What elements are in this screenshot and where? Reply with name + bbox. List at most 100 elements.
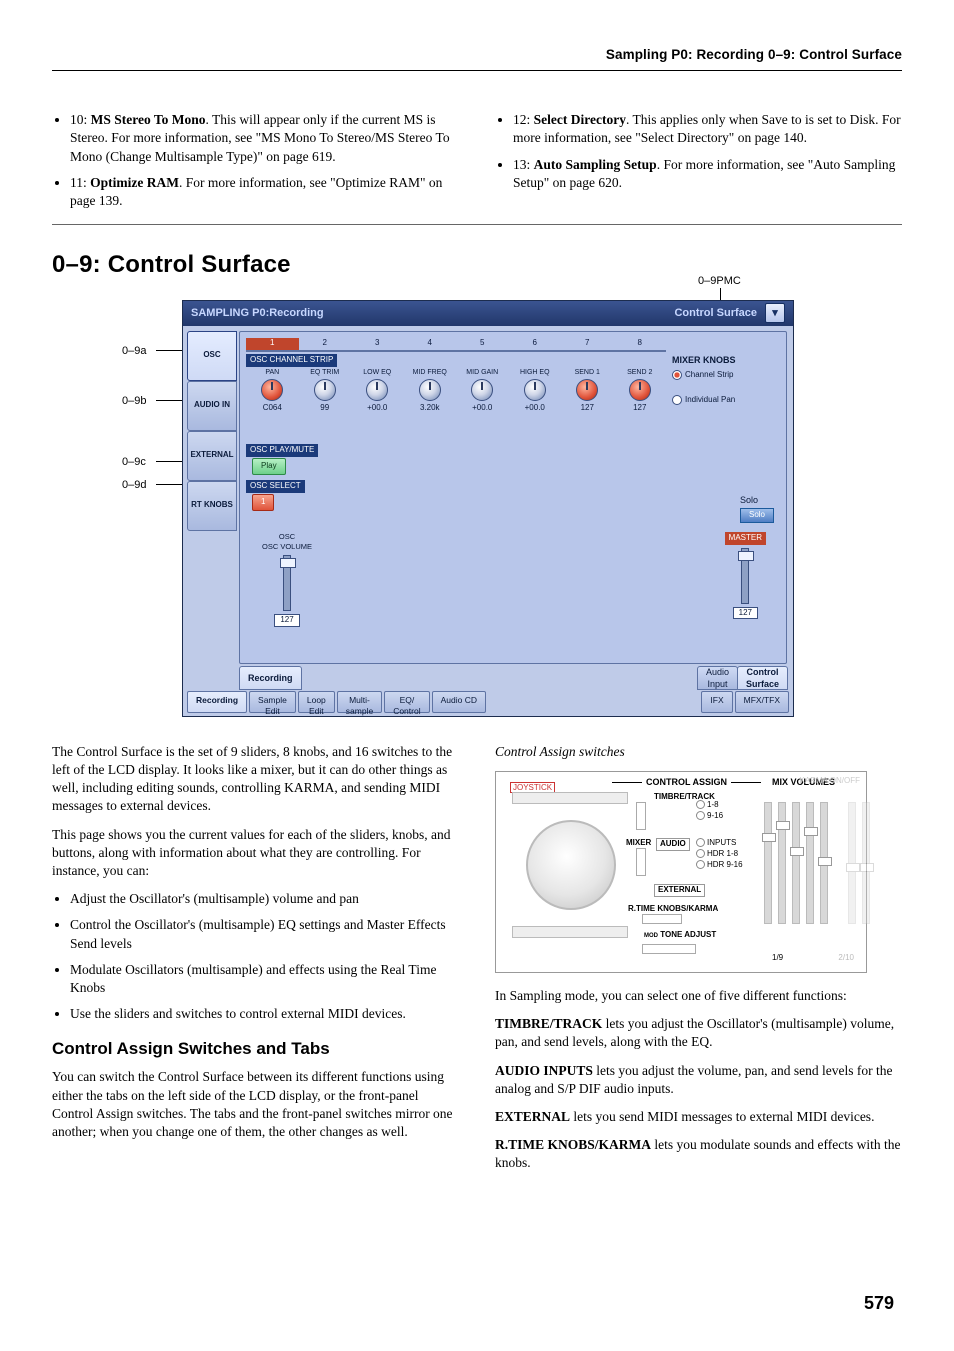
- p: R.TIME KNOBS/KARMA lets you modulate sou…: [495, 1136, 902, 1172]
- mid-tabs: Recording Audio Input Control Surface: [239, 666, 787, 690]
- marker-pmc: 0–9PMC: [698, 274, 741, 289]
- solo-area: Solo Solo: [740, 494, 774, 523]
- p: EXTERNAL lets you send MIDI messages to …: [495, 1108, 902, 1126]
- p: AUDIO INPUTS lets you adjust the volume,…: [495, 1062, 902, 1098]
- running-head: Sampling P0: Recording 0–9: Control Surf…: [52, 46, 902, 71]
- knob-send1[interactable]: [576, 379, 598, 401]
- ch-6[interactable]: 6: [509, 338, 562, 352]
- master-volume: MASTER 127: [725, 532, 766, 620]
- channel-numbers: 1 2 3 4 5 6 7 8: [246, 338, 666, 352]
- left-tabs: OSC AUDIO IN EXTERNAL RT KNOBS: [187, 331, 237, 664]
- rtk-switch: [642, 914, 682, 924]
- tab-audio-input[interactable]: Audio Input: [697, 666, 738, 690]
- ch-2[interactable]: 2: [299, 338, 352, 352]
- tone-adjust-label: MOD TONE ADJUST: [644, 930, 716, 941]
- audio-switch: [636, 848, 646, 876]
- ch-1[interactable]: 1: [246, 338, 299, 352]
- list-item: Control the Oscillator's (multisample) E…: [70, 916, 459, 952]
- top-left-list: 10: MS Stereo To Mono. This will appear …: [52, 111, 459, 210]
- ch-8[interactable]: 8: [614, 338, 667, 352]
- lcd-screenshot: SAMPLING P0:Recording Control Surface ▾ …: [182, 300, 794, 717]
- list-item: 12: Select Directory. This applies only …: [513, 111, 902, 147]
- channel-strip-label: OSC CHANNEL STRIP: [246, 354, 337, 367]
- btab-eq-control[interactable]: EQ/ Control: [384, 691, 429, 713]
- knob-eqtrim[interactable]: [314, 379, 336, 401]
- title-right: Control Surface: [674, 306, 757, 321]
- menu-button[interactable]: ▾: [765, 303, 785, 323]
- btab-mfx-tfx[interactable]: MFX/TFX: [735, 691, 789, 713]
- list-item: 13: Auto Sampling Setup. For more inform…: [513, 156, 902, 192]
- btab-multisample[interactable]: Multi- sample: [337, 691, 382, 713]
- tone-adjust-switch: [642, 944, 696, 954]
- audio-label: AUDIO: [656, 838, 690, 851]
- title-bar: SAMPLING P0:Recording Control Surface ▾: [183, 301, 793, 326]
- control-assign-head: CONTROL ASSIGN: [646, 776, 727, 788]
- section-heading: 0–9: Control Surface: [52, 239, 902, 281]
- list-item: Modulate Oscillators (multisample) and e…: [70, 961, 459, 997]
- marker-d: 0–9d: [122, 478, 146, 493]
- slider-1-9: 1/9: [772, 953, 783, 964]
- knob-midgain[interactable]: [471, 379, 493, 401]
- subheading: Control Assign Switches and Tabs: [52, 1038, 459, 1061]
- p: In Sampling mode, you can select one of …: [495, 987, 902, 1005]
- slider-2-10: 2/10: [838, 953, 854, 964]
- tab-rt-knobs[interactable]: RT KNOBS: [187, 481, 237, 531]
- knob-higheq[interactable]: [524, 379, 546, 401]
- tab-recording[interactable]: Recording: [239, 666, 302, 690]
- figure-caption: Control Assign switches: [495, 743, 902, 761]
- marker-b: 0–9b: [122, 394, 146, 409]
- ch-5[interactable]: 5: [456, 338, 509, 352]
- btab-recording[interactable]: Recording: [187, 691, 247, 713]
- timbre-track-switch: [636, 802, 646, 830]
- external-label: EXTERNAL: [654, 884, 705, 897]
- btab-ifx[interactable]: IFX: [701, 691, 732, 713]
- master-value: 127: [733, 607, 758, 620]
- osc-volume: OSC OSC VOLUME 127: [262, 532, 312, 627]
- master-slider[interactable]: [741, 548, 749, 604]
- ch-7[interactable]: 7: [561, 338, 614, 352]
- ch-3[interactable]: 3: [351, 338, 404, 352]
- radio-channel-strip[interactable]: [672, 370, 682, 380]
- knob-loweq[interactable]: [366, 379, 388, 401]
- screenshot-figure: 0–9PMC 0–9a 0–9b 0–9c 0–9d SAMPLING P0:R…: [122, 300, 902, 717]
- list-item: 10: MS Stereo To Mono. This will appear …: [70, 111, 459, 166]
- top-right-list: 12: Select Directory. This applies only …: [495, 111, 902, 192]
- p: TIMBRE/TRACK lets you adjust the Oscilla…: [495, 1015, 902, 1051]
- knob-pan[interactable]: [261, 379, 283, 401]
- btab-sample-edit[interactable]: Sample Edit: [249, 691, 296, 713]
- title-left: SAMPLING P0:Recording: [191, 306, 324, 321]
- knob-row: PANC064 EQ TRIM99 LOW EQ+00.0 MID FREQ3.…: [246, 368, 666, 442]
- body-cols: The Control Surface is the set of 9 slid…: [52, 743, 902, 1183]
- p: This page shows you the current values f…: [52, 826, 459, 881]
- solo-button[interactable]: Solo: [740, 508, 774, 523]
- top-bullet-cols: 10: MS Stereo To Mono. This will appear …: [52, 111, 902, 218]
- play-button[interactable]: Play: [252, 458, 286, 475]
- ribbon-top: [512, 792, 628, 804]
- p: The Control Surface is the set of 9 slid…: [52, 743, 459, 816]
- p: You can switch the Control Surface betwe…: [52, 1068, 459, 1141]
- divider: [52, 224, 902, 225]
- ch-4[interactable]: 4: [404, 338, 457, 352]
- bottom-tabs: Recording Sample Edit Loop Edit Multi- s…: [187, 691, 789, 713]
- list-item: Adjust the Oscillator's (multisample) vo…: [70, 890, 459, 908]
- playmute-label: OSC PLAY/MUTE: [246, 444, 318, 457]
- marker-c: 0–9c: [122, 455, 146, 470]
- karma-head: KARMA ON/OFF: [800, 776, 860, 787]
- tab-external[interactable]: EXTERNAL: [187, 431, 237, 481]
- btab-audio-cd[interactable]: Audio CD: [432, 691, 486, 713]
- tab-osc[interactable]: OSC: [187, 331, 237, 381]
- tab-control-surface[interactable]: Control Surface: [737, 666, 788, 690]
- list-item: Use the sliders and switches to control …: [70, 1005, 459, 1023]
- osc-select-button[interactable]: 1: [252, 494, 274, 511]
- btab-loop-edit[interactable]: Loop Edit: [298, 691, 335, 713]
- mixer-knobs-box: MIXER KNOBS Channel Strip Individual Pan: [672, 354, 780, 406]
- radio-individual-pan[interactable]: [672, 395, 682, 405]
- joystick-wheel: [526, 820, 616, 910]
- knob-send2[interactable]: [629, 379, 651, 401]
- knob-midfreq[interactable]: [419, 379, 441, 401]
- osc-volume-slider[interactable]: [283, 555, 291, 611]
- osc-select-label: OSC SELECT: [246, 480, 305, 493]
- tab-audio-in[interactable]: AUDIO IN: [187, 381, 237, 431]
- osc-volume-value: 127: [274, 614, 299, 627]
- mix-sliders: [764, 802, 870, 924]
